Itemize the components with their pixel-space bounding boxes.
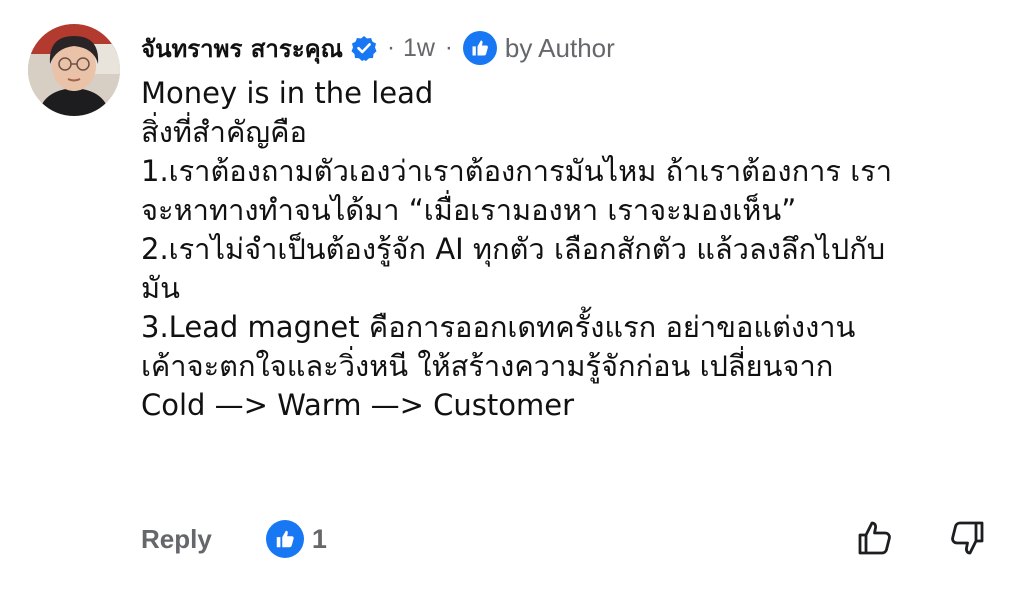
avatar[interactable] [28,24,120,116]
reaction-summary[interactable]: 1 [265,520,327,558]
comment-body: Money is in the lead สิ่งที่สำคัญคือ 1.เ… [141,74,1001,425]
upvote-button[interactable] [855,518,895,558]
comment-actions: Reply 1 [141,516,1001,562]
comment-line: สิ่งที่สำคัญคือ [141,115,307,149]
comment-header: จันทราพร สาระคุณ · 1w · by Author [141,28,615,68]
thumbs-up-outline-icon [858,521,891,555]
avatar-photo [28,24,120,116]
comment-line: จะหาทางทำจนได้มา “เมื่อเรามองหา เราจะมอง… [141,193,797,227]
comment: จันทราพร สาระคุณ · 1w · by Author Money … [0,0,1024,592]
thumbs-down-outline-icon [951,521,984,555]
comment-line: เค้าจะตกใจและวิ่งหนี ให้สร้างความรู้จักก… [141,349,834,383]
reaction-count: 1 [311,523,327,554]
author-liked-label: by Author [504,32,615,63]
comment-line: Money is in the lead [141,76,434,110]
author-name[interactable]: จันทราพร สาระคุณ [141,29,343,68]
header-separator: · [444,34,453,61]
reply-button[interactable]: Reply [141,524,212,555]
header-separator: · [386,34,395,61]
comment-line: Cold —> Warm —> Customer [141,388,575,422]
timestamp[interactable]: 1w [403,34,435,63]
like-icon [265,520,304,558]
comment-line: 2.เราไม่จำเป็นต้องรู้จัก AI ทุกตัว เลือก… [141,232,886,266]
comment-line: 1.เราต้องถามตัวเองว่าเราต้องการมันไหม ถ้… [141,154,892,188]
like-icon [462,31,497,65]
verified-badge-icon [351,35,377,61]
comment-line: มัน [141,271,180,305]
downvote-button[interactable] [947,518,987,558]
comment-line: 3.Lead magnet คือการออกเดทครั้งแรก อย่าข… [141,310,856,344]
